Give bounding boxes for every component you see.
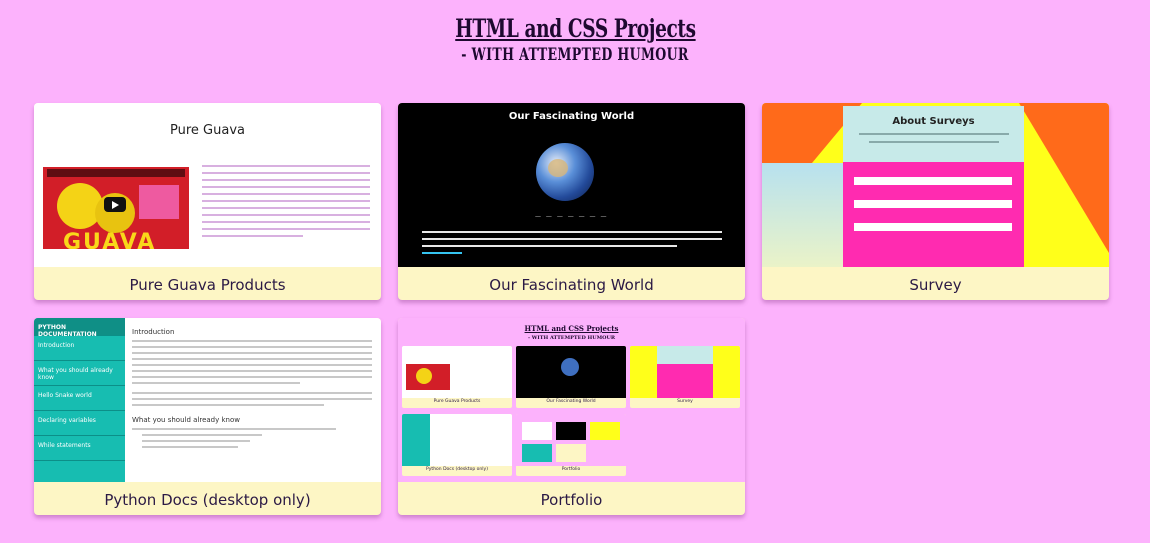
guava-logo: Pure Guava <box>34 123 381 138</box>
python-heading: Introduction <box>132 328 175 336</box>
survey-header: About Surveys <box>843 106 1024 162</box>
video-thumbnail: GUAVA <box>43 167 189 249</box>
project-label: Our Fascinating World <box>489 276 654 294</box>
python-nav-item: What you should already know <box>34 361 125 386</box>
mini-card: Our Fascinating World <box>516 346 626 408</box>
project-card-portfolio[interactable]: HTML and CSS Projects - WITH ATTEMPTED H… <box>398 318 745 515</box>
mini-card-label: Pure Guava Products <box>433 399 481 404</box>
python-nav-item: PYTHON DOCUMENTATION <box>34 318 125 338</box>
world-body-text <box>422 231 722 259</box>
project-label: Survey <box>909 276 962 294</box>
python-nav-item: Introduction <box>34 336 125 361</box>
portfolio-mini-title: HTML and CSS Projects <box>524 324 619 333</box>
python-main-content: Introduction What you should already kno… <box>132 328 372 452</box>
python-heading: What you should already know <box>132 416 240 424</box>
mini-card-label: Our Fascinating World <box>546 399 596 404</box>
page-title: HTML and CSS Projects <box>454 14 696 43</box>
mini-card-label: Survey <box>677 399 693 404</box>
mini-card: Survey <box>630 346 740 408</box>
project-label: Python Docs (desktop only) <box>104 491 311 509</box>
world-title: Our Fascinating World <box>508 111 635 122</box>
project-label: Pure Guava Products <box>129 276 286 294</box>
python-nav-item: Declaring variables <box>34 411 125 436</box>
project-thumbnail: Our Fascinating World — — — — — — — <box>398 103 745 267</box>
page-header: HTML and CSS Projects - WITH ATTEMPTED H… <box>0 14 1150 65</box>
survey-form <box>843 162 1024 267</box>
project-thumbnail: HTML and CSS Projects - WITH ATTEMPTED H… <box>398 318 745 482</box>
guava-logo-text: Pure Guava <box>170 123 245 138</box>
mini-card: Portfolio <box>516 414 626 476</box>
mini-card: Python Docs (desktop only) <box>402 414 512 476</box>
project-thumbnail: About Surveys <box>762 103 1109 267</box>
project-card-pure-guava[interactable]: Pure Guava GUAVA Pure Guava Products <box>34 103 381 300</box>
survey-heading: About Surveys <box>892 116 975 127</box>
mini-card: Pure Guava Products <box>402 346 512 408</box>
world-caption: — — — — — — — <box>535 213 608 220</box>
project-card-survey[interactable]: About Surveys Survey <box>762 103 1109 300</box>
python-nav: PYTHON DOCUMENTATION Introduction What y… <box>34 318 125 482</box>
python-nav-item: While statements <box>34 436 125 461</box>
project-label: Portfolio <box>540 491 603 509</box>
project-thumbnail: PYTHON DOCUMENTATION Introduction What y… <box>34 318 381 482</box>
python-nav-item: Hello Snake world <box>34 386 125 411</box>
project-card-python-docs[interactable]: PYTHON DOCUMENTATION Introduction What y… <box>34 318 381 515</box>
mini-card-label: Portfolio <box>561 467 581 472</box>
page-subtitle: - WITH ATTEMPTED HUMOUR <box>461 45 689 65</box>
portfolio-mini-subtitle: - WITH ATTEMPTED HUMOUR <box>527 335 616 341</box>
globe-icon <box>536 143 594 201</box>
project-thumbnail: Pure Guava GUAVA <box>34 103 381 267</box>
play-icon <box>104 197 126 212</box>
mini-card-label: Python Docs (desktop only) <box>426 467 488 472</box>
guava-body-text <box>202 165 370 242</box>
project-card-fascinating-world[interactable]: Our Fascinating World — — — — — — — Our … <box>398 103 745 300</box>
